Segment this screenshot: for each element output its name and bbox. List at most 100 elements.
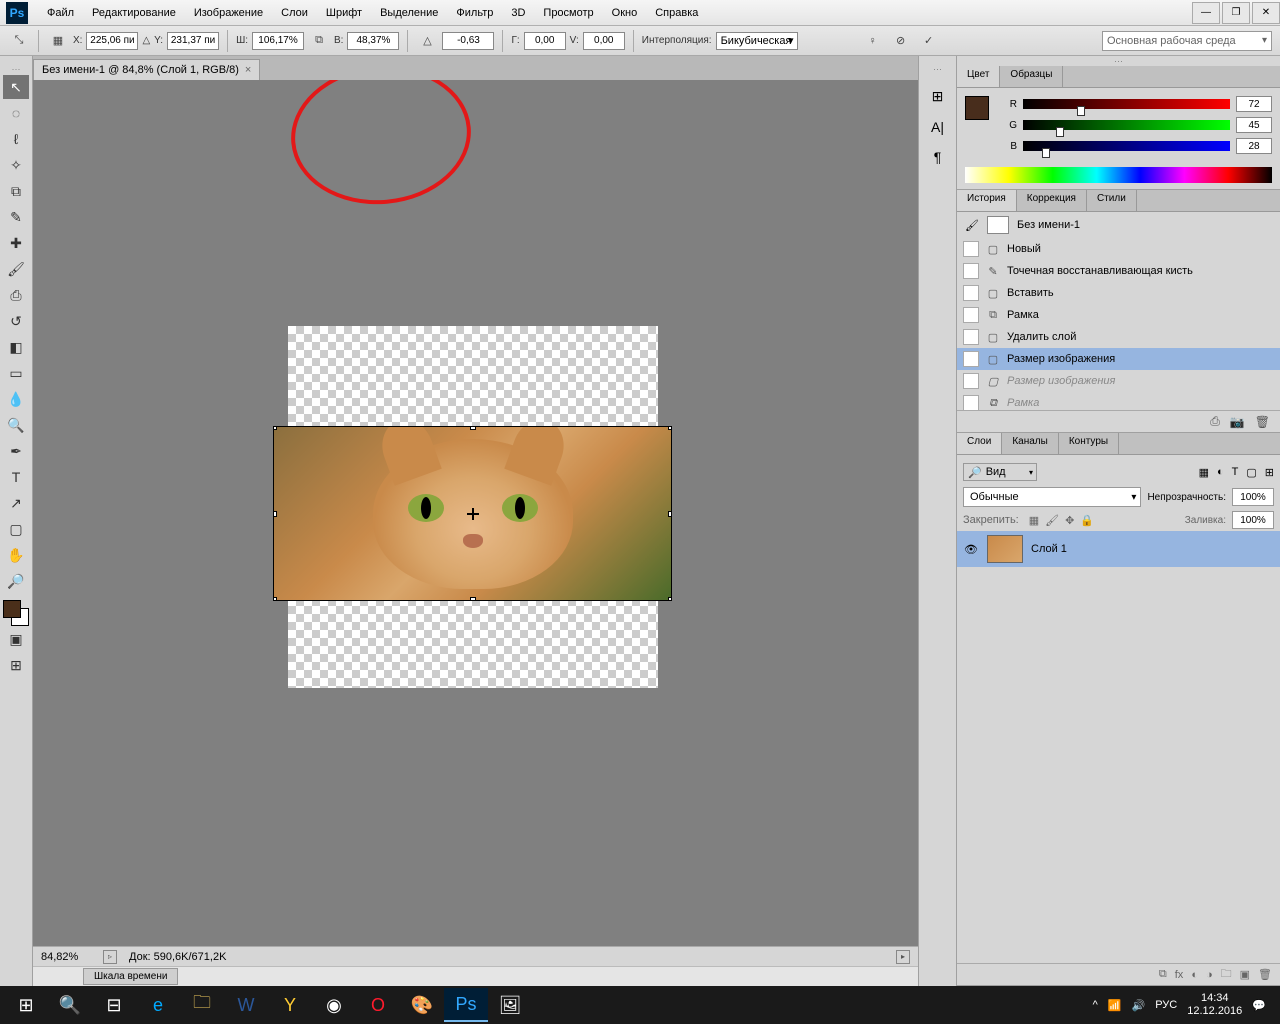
hand-tool[interactable]: ✋	[3, 543, 29, 567]
new-fill-icon[interactable]: ◑	[1206, 969, 1213, 981]
history-marker[interactable]	[963, 307, 979, 323]
history-item[interactable]: ⧉Рамка	[957, 392, 1280, 410]
tab-layers[interactable]: Слои	[957, 433, 1002, 454]
layer-mask-icon[interactable]: ◐	[1191, 969, 1198, 981]
filter-shape-icon[interactable]: ▢	[1246, 466, 1256, 479]
history-item[interactable]: ▢Вставить	[957, 282, 1280, 304]
w-input[interactable]	[252, 32, 304, 50]
history-marker[interactable]	[963, 373, 979, 389]
type-tool[interactable]: T	[3, 465, 29, 489]
tray-up-icon[interactable]: ^	[1093, 999, 1098, 1011]
task-yandex-icon[interactable]: Y	[268, 988, 312, 1022]
lock-position-icon[interactable]: ✥	[1065, 514, 1074, 527]
h-input[interactable]	[347, 32, 399, 50]
task-search-icon[interactable]: 🔍	[48, 988, 92, 1022]
history-marker[interactable]	[963, 329, 979, 345]
history-item[interactable]: ▢Размер изображения	[957, 370, 1280, 392]
tab-swatches[interactable]: Образцы	[1000, 66, 1063, 87]
transform-handle[interactable]	[273, 511, 277, 517]
crop-tool[interactable]: ⧉	[3, 179, 29, 203]
r-input[interactable]	[1236, 96, 1272, 112]
zoom-level[interactable]: 84,82%	[41, 951, 91, 963]
transform-handle[interactable]	[668, 511, 672, 517]
minimize-button[interactable]: —	[1192, 2, 1220, 24]
filter-smart-icon[interactable]: ⊞	[1265, 466, 1274, 479]
history-brush-tool[interactable]: ↺	[3, 309, 29, 333]
task-chrome-icon[interactable]: ◉	[312, 988, 356, 1022]
y-input[interactable]	[167, 32, 219, 50]
lasso-tool[interactable]: ℓ	[3, 127, 29, 151]
menu-window[interactable]: Окно	[603, 3, 647, 23]
blend-mode-select[interactable]: Обычные	[963, 487, 1141, 507]
link-wh-icon[interactable]: ⧉	[308, 30, 330, 52]
transform-handle[interactable]	[273, 426, 277, 430]
history-marker[interactable]	[963, 395, 979, 410]
x-input[interactable]	[86, 32, 138, 50]
task-paint-icon[interactable]: 🎨	[400, 988, 444, 1022]
menu-select[interactable]: Выделение	[371, 3, 447, 23]
layer-filter-select[interactable]: 🔎Вид	[963, 463, 1037, 481]
panels-grip[interactable]: ⋯	[957, 56, 1280, 66]
tab-styles[interactable]: Стили	[1087, 190, 1137, 211]
transform-handle[interactable]	[470, 426, 476, 430]
blur-tool[interactable]: 💧	[3, 387, 29, 411]
b-input[interactable]	[1236, 138, 1272, 154]
history-item[interactable]: ✎Точечная восстанавливающая кисть	[957, 260, 1280, 282]
transform-handle[interactable]	[470, 597, 476, 601]
task-edge-icon[interactable]: e	[136, 988, 180, 1022]
history-marker[interactable]	[963, 241, 979, 257]
color-ramp[interactable]	[965, 167, 1272, 183]
menu-layers[interactable]: Слои	[272, 3, 317, 23]
close-button[interactable]: ✕	[1252, 2, 1280, 24]
brush-tool[interactable]: 🖌	[3, 257, 29, 281]
tab-adjustments[interactable]: Коррекция	[1017, 190, 1087, 211]
layer-name[interactable]: Слой 1	[1031, 543, 1067, 555]
color-picker[interactable]	[3, 600, 29, 626]
menu-image[interactable]: Изображение	[185, 3, 272, 23]
tray-network-icon[interactable]: 📶	[1108, 999, 1122, 1012]
menu-edit[interactable]: Редактирование	[83, 3, 185, 23]
menu-view[interactable]: Просмотр	[534, 3, 602, 23]
transform-center-icon[interactable]	[467, 508, 479, 520]
menu-filter[interactable]: Фильтр	[447, 3, 502, 23]
b-slider[interactable]	[1023, 141, 1230, 151]
magic-wand-tool[interactable]: ✧	[3, 153, 29, 177]
lock-transparent-icon[interactable]: ▦	[1029, 514, 1039, 527]
warp-icon[interactable]: ♀	[862, 30, 884, 52]
new-snapshot-icon[interactable]: 📷	[1230, 415, 1245, 429]
lock-all-icon[interactable]: 🔒	[1080, 514, 1094, 527]
delete-state-icon[interactable]: 🗑	[1255, 415, 1270, 429]
task-explorer-icon[interactable]: 🗀	[180, 988, 224, 1022]
eraser-tool[interactable]: ◧	[3, 335, 29, 359]
snapshot-name[interactable]: Без имени-1	[1017, 219, 1080, 231]
delta-icon[interactable]: △	[142, 35, 150, 46]
new-group-icon[interactable]: 🗀	[1221, 965, 1232, 984]
gradient-tool[interactable]: ▭	[3, 361, 29, 385]
cancel-transform-icon[interactable]: ⊘	[890, 30, 912, 52]
r-slider[interactable]	[1023, 99, 1230, 109]
history-item[interactable]: ▢Новый	[957, 238, 1280, 260]
marquee-tool[interactable]: ◌	[3, 101, 29, 125]
task-photoshop-icon[interactable]: Ps	[444, 988, 488, 1022]
workspace-select[interactable]: Основная рабочая среда	[1102, 31, 1272, 51]
history-item[interactable]: ▢Размер изображения	[957, 348, 1280, 370]
layer-style-icon[interactable]: fx	[1175, 969, 1184, 981]
opacity-input[interactable]	[1232, 488, 1274, 506]
layer-thumbnail[interactable]	[987, 535, 1023, 563]
panel-grip[interactable]: ⋯	[933, 64, 942, 74]
task-opera-icon[interactable]: O	[356, 988, 400, 1022]
filter-type-icon[interactable]: T	[1232, 466, 1239, 479]
g-slider[interactable]	[1023, 120, 1230, 130]
menu-file[interactable]: Файл	[38, 3, 83, 23]
history-item[interactable]: ⧉Рамка	[957, 304, 1280, 326]
timeline-tab[interactable]: Шкала времени	[83, 968, 178, 985]
start-button[interactable]: ⊞	[4, 988, 48, 1022]
fill-input[interactable]	[1232, 511, 1274, 529]
history-marker[interactable]	[963, 263, 979, 279]
task-app-icon[interactable]: 🖼	[488, 988, 532, 1022]
zoom-scrubby-icon[interactable]: ▹	[103, 950, 117, 964]
history-marker[interactable]	[963, 351, 979, 367]
hskew-input[interactable]	[524, 32, 566, 50]
document-tab[interactable]: Без имени-1 @ 84,8% (Слой 1, RGB/8) ×	[33, 59, 260, 80]
menu-3d[interactable]: 3D	[502, 3, 534, 23]
